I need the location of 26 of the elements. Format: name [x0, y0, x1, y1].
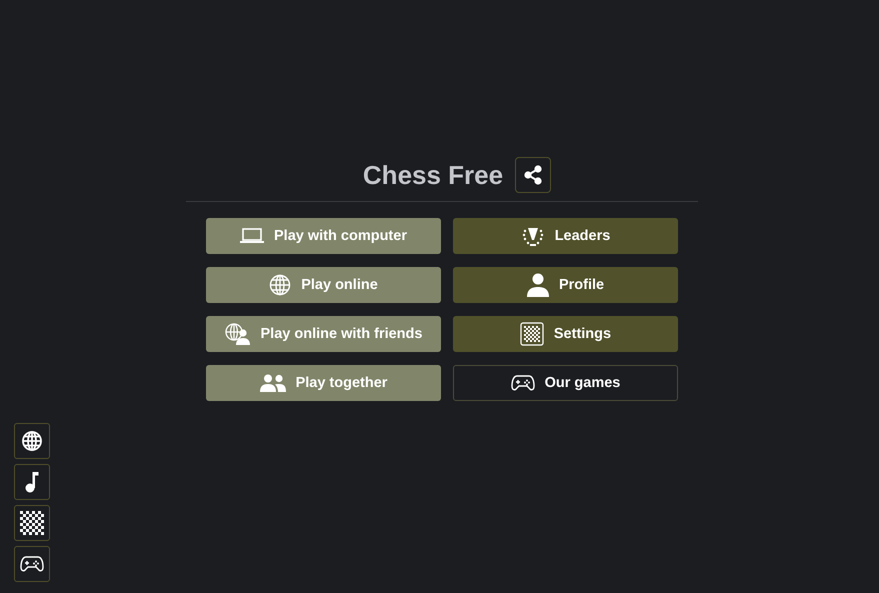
music-button[interactable] [14, 464, 50, 500]
laptop-icon [240, 228, 264, 244]
menu-button[interactable]: Settings [453, 316, 678, 352]
menu-button[interactable]: Profile [453, 267, 678, 303]
board-button[interactable] [14, 505, 50, 541]
gamepad-icon [510, 374, 535, 392]
globe-person-icon [224, 323, 251, 345]
menu-button[interactable]: Play with computer [206, 218, 441, 254]
checkerboard-icon [520, 322, 544, 346]
gamepad-icon [20, 555, 44, 573]
globe-icon [269, 274, 292, 296]
person-icon [526, 273, 549, 297]
music-note-icon [25, 471, 39, 493]
menu-button[interactable]: Play online with friends [206, 316, 441, 352]
games-button[interactable] [14, 546, 50, 582]
people-icon [260, 374, 286, 392]
menu-button[interactable]: Play online [206, 267, 441, 303]
menu-button[interactable]: Play together [206, 365, 441, 401]
app-title: Chess Free [362, 160, 504, 190]
menu-button[interactable]: Our games [453, 365, 678, 401]
share-icon [523, 165, 544, 185]
menu-button[interactable]: Leaders [453, 218, 678, 254]
language-button[interactable] [14, 423, 50, 459]
share-button[interactable] [515, 157, 552, 193]
globe-icon [21, 430, 43, 452]
checkerboard-icon [20, 511, 44, 535]
